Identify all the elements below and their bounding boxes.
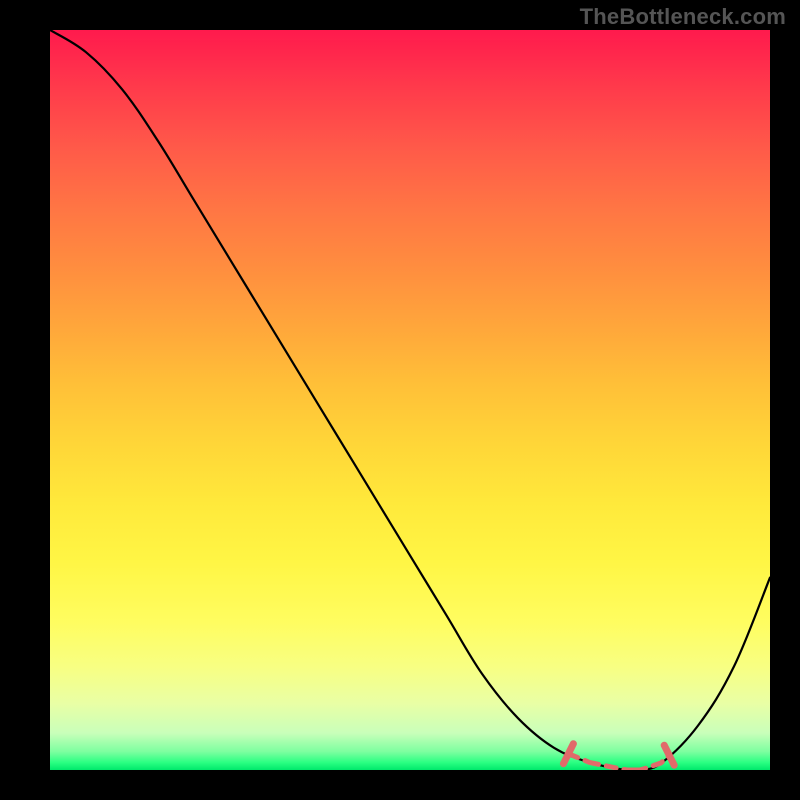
highlight-dashed-segment <box>568 754 669 770</box>
chart-plot-area <box>50 30 770 770</box>
attribution-text: TheBottleneck.com <box>580 4 786 30</box>
chart-svg <box>50 30 770 770</box>
bottleneck-curve <box>50 30 770 770</box>
